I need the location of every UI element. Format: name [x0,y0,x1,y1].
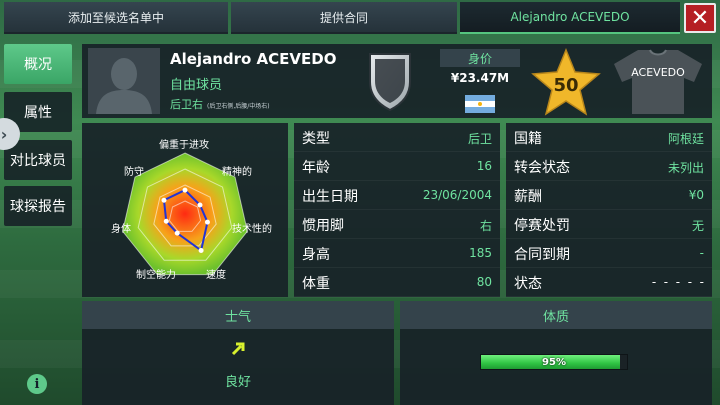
info-row-nationality: 国籍 阿根廷 [506,123,712,152]
info-row-form: 状态 - - - - - [506,268,712,297]
info-key: 体重 [302,276,330,292]
player-shirt: ACEVEDO [612,48,704,114]
position-detail: (后卫右侧,后腰/中场右) [207,103,270,110]
info-value: ¥0 [688,188,704,202]
nav-scout-report[interactable]: 球探报告 [4,186,72,226]
contract-info-table: 国籍 阿根廷 转会状态 未列出 薪酬 ¥0 停赛处罚 无 合同到期 - 状态 - - - -… [506,123,712,297]
info-value: - [699,246,704,260]
info-value: 后卫 [467,132,492,146]
info-icon[interactable]: i [27,374,47,394]
nav-overview[interactable]: 概况 [4,44,72,84]
radar-point [161,197,167,203]
info-key: 类型 [302,131,330,147]
top-tab-bar: 添加至候选名单中 提供合同 Alejandro ACEVEDO ✕ [0,0,720,36]
player-position: 后卫右 (后卫右侧,后腰/中场右) [170,96,270,112]
info-key: 惯用脚 [302,218,344,234]
info-key: 状态 [514,276,542,292]
radar-label-speed: 速度 [206,270,226,281]
fitness-panel: 体质 95% [400,301,712,405]
player-info-table: 类型 后卫 年龄 16 出生日期 23/06/2004 惯用脚 右 身高 185 体重 80 [294,123,500,297]
radar-label-aerial: 制空能力 [136,270,176,281]
info-key: 身高 [302,247,330,263]
info-row-age: 年龄 16 [294,152,500,181]
info-key: 转会状态 [514,160,570,176]
player-avatar [88,48,160,114]
club-shield-icon [369,53,411,112]
offer-contract-tab[interactable]: 提供合同 [231,2,457,34]
radar-point [198,247,204,253]
info-key: 薪酬 [514,189,542,205]
player-status: 自由球员 [170,78,223,93]
morale-panel: 士气 良好 [82,301,394,405]
radar-label-physical: 身体 [111,224,131,235]
info-row-weight: 体重 80 [294,268,500,297]
info-key: 停赛处罚 [514,218,570,234]
radar-label-attack: 偏重于进攻 [159,140,209,151]
radar-point [174,230,180,236]
info-key: 出生日期 [302,189,358,205]
market-value: ¥23.47M [450,71,510,85]
shirt-name: ACEVEDO [631,66,685,79]
add-to-shortlist-tab[interactable]: 添加至候选名单中 [4,2,228,34]
info-value: 185 [469,246,492,260]
info-row-foot: 惯用脚 右 [294,210,500,239]
info-value: 阿根廷 [667,132,704,146]
market-value-label: 身价 [440,49,520,67]
morale-title: 士气 [82,301,394,329]
info-row-contract-expiry: 合同到期 - [506,239,712,268]
info-value: - - - - - [651,275,704,289]
info-value: 无 [691,219,704,233]
info-row-transfer-status: 转会状态 未列出 [506,152,712,181]
info-value: 16 [476,159,492,173]
fitness-title: 体质 [400,301,712,329]
player-name-tab[interactable]: Alejandro ACEVEDO [460,2,680,34]
close-button[interactable]: ✕ [684,3,716,33]
position-main: 后卫右 [170,98,203,111]
fitness-value: 95% [542,356,566,368]
info-key: 合同到期 [514,247,570,263]
morale-arrow-icon [231,342,245,356]
player-header: Alejandro ACEVEDO 自由球员 后卫右 (后卫右侧,后腰/中场右) … [82,44,712,118]
info-value: 未列出 [667,161,704,175]
info-value: 右 [479,219,492,233]
info-value: 23/06/2004 [422,188,492,202]
radar-label-defence: 防守 [124,167,144,178]
info-key: 国籍 [514,131,542,147]
info-row-suspension: 停赛处罚 无 [506,210,712,239]
rating-value: 50 [553,75,579,96]
radar-point [204,219,210,225]
info-key: 年龄 [302,160,330,176]
radar-point [197,202,203,208]
argentina-flag-icon [465,95,495,113]
attribute-radar: 偏重于进攻 精神的 技术性的 速度 制空能力 身体 防守 [82,123,288,297]
player-name: Alejandro ACEVEDO [170,50,337,68]
radar-point [163,218,169,224]
info-row-wage: 薪酬 ¥0 [506,181,712,210]
radar-point [182,187,188,193]
rating-star: 50 [530,48,602,116]
fitness-bar: 95% [480,354,628,370]
morale-value: 良好 [224,375,251,390]
radar-label-technical: 技术性的 [232,224,272,235]
close-icon: ✕ [690,5,710,31]
info-value: 80 [476,275,492,289]
info-row-birthdate: 出生日期 23/06/2004 [294,181,500,210]
radar-label-mental: 精神的 [222,167,252,178]
info-row-type: 类型 后卫 [294,123,500,152]
info-row-height: 身高 185 [294,239,500,268]
